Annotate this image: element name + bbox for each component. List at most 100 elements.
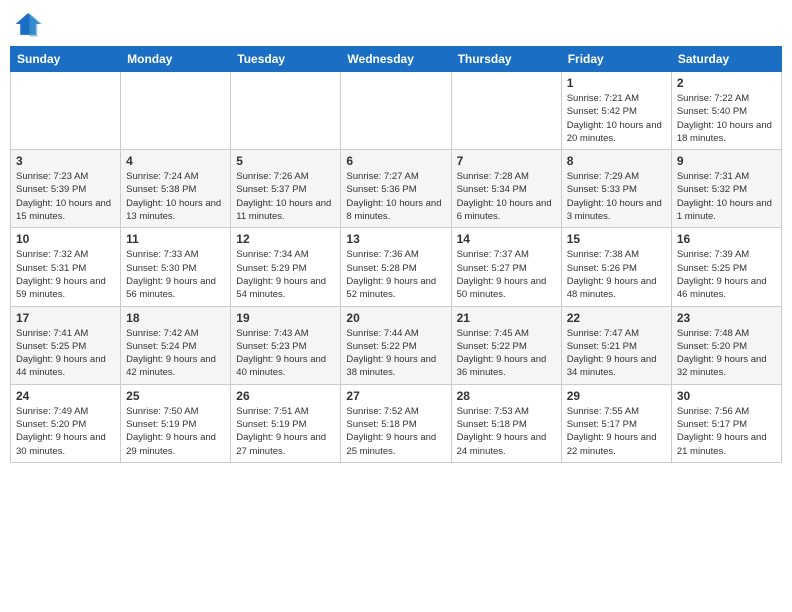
calendar-cell: 2 Sunrise: 7:22 AM Sunset: 5:40 PM Daylig…	[671, 72, 781, 150]
day-number: 21	[457, 311, 556, 325]
day-info: Sunrise: 7:43 AM Sunset: 5:23 PM Dayligh…	[236, 327, 335, 380]
calendar-week-row: 17 Sunrise: 7:41 AM Sunset: 5:25 PM Dayli…	[11, 306, 782, 384]
calendar-cell: 25 Sunrise: 7:50 AM Sunset: 5:19 PM Dayli…	[121, 384, 231, 462]
day-number: 8	[567, 154, 666, 168]
day-info: Sunrise: 7:51 AM Sunset: 5:19 PM Dayligh…	[236, 405, 335, 458]
day-number: 19	[236, 311, 335, 325]
day-number: 29	[567, 389, 666, 403]
day-info: Sunrise: 7:45 AM Sunset: 5:22 PM Dayligh…	[457, 327, 556, 380]
day-info: Sunrise: 7:32 AM Sunset: 5:31 PM Dayligh…	[16, 248, 115, 301]
day-info: Sunrise: 7:36 AM Sunset: 5:28 PM Dayligh…	[346, 248, 445, 301]
day-info: Sunrise: 7:33 AM Sunset: 5:30 PM Dayligh…	[126, 248, 225, 301]
calendar-cell: 5 Sunrise: 7:26 AM Sunset: 5:37 PM Daylig…	[231, 150, 341, 228]
day-info: Sunrise: 7:23 AM Sunset: 5:39 PM Dayligh…	[16, 170, 115, 223]
day-number: 11	[126, 232, 225, 246]
calendar-cell: 18 Sunrise: 7:42 AM Sunset: 5:24 PM Dayli…	[121, 306, 231, 384]
day-number: 13	[346, 232, 445, 246]
day-info: Sunrise: 7:31 AM Sunset: 5:32 PM Dayligh…	[677, 170, 776, 223]
day-number: 23	[677, 311, 776, 325]
day-number: 22	[567, 311, 666, 325]
day-number: 25	[126, 389, 225, 403]
calendar-week-row: 24 Sunrise: 7:49 AM Sunset: 5:20 PM Dayli…	[11, 384, 782, 462]
calendar-cell: 24 Sunrise: 7:49 AM Sunset: 5:20 PM Dayli…	[11, 384, 121, 462]
calendar-cell: 10 Sunrise: 7:32 AM Sunset: 5:31 PM Dayli…	[11, 228, 121, 306]
day-info: Sunrise: 7:28 AM Sunset: 5:34 PM Dayligh…	[457, 170, 556, 223]
weekday-header: Friday	[561, 47, 671, 72]
day-info: Sunrise: 7:56 AM Sunset: 5:17 PM Dayligh…	[677, 405, 776, 458]
calendar-cell: 12Sunrise: 7:34 AM Sunset: 5:29 PM Dayli…	[231, 228, 341, 306]
calendar-cell	[451, 72, 561, 150]
weekday-header: Saturday	[671, 47, 781, 72]
logo	[14, 10, 46, 38]
calendar-cell: 13 Sunrise: 7:36 AM Sunset: 5:28 PM Dayli…	[341, 228, 451, 306]
day-number: 3	[16, 154, 115, 168]
day-number: 2	[677, 76, 776, 90]
day-number: 26	[236, 389, 335, 403]
calendar-cell: 27Sunrise: 7:52 AM Sunset: 5:18 PM Dayli…	[341, 384, 451, 462]
day-number: 18	[126, 311, 225, 325]
day-info: Sunrise: 7:50 AM Sunset: 5:19 PM Dayligh…	[126, 405, 225, 458]
calendar-cell: 8 Sunrise: 7:29 AM Sunset: 5:33 PM Daylig…	[561, 150, 671, 228]
day-number: 7	[457, 154, 556, 168]
calendar-week-row: 1Sunrise: 7:21 AM Sunset: 5:42 PM Daylig…	[11, 72, 782, 150]
day-number: 15	[567, 232, 666, 246]
calendar-cell: 23 Sunrise: 7:48 AM Sunset: 5:20 PM Dayli…	[671, 306, 781, 384]
calendar-cell: 1Sunrise: 7:21 AM Sunset: 5:42 PM Daylig…	[561, 72, 671, 150]
calendar-cell: 11 Sunrise: 7:33 AM Sunset: 5:30 PM Dayli…	[121, 228, 231, 306]
day-number: 4	[126, 154, 225, 168]
day-number: 24	[16, 389, 115, 403]
calendar-cell	[231, 72, 341, 150]
day-info: Sunrise: 7:49 AM Sunset: 5:20 PM Dayligh…	[16, 405, 115, 458]
calendar-header-row: SundayMondayTuesdayWednesdayThursdayFrid…	[11, 47, 782, 72]
day-info: Sunrise: 7:39 AM Sunset: 5:25 PM Dayligh…	[677, 248, 776, 301]
calendar-week-row: 10 Sunrise: 7:32 AM Sunset: 5:31 PM Dayli…	[11, 228, 782, 306]
calendar-cell: 28 Sunrise: 7:53 AM Sunset: 5:18 PM Dayli…	[451, 384, 561, 462]
day-info: Sunrise: 7:29 AM Sunset: 5:33 PM Dayligh…	[567, 170, 666, 223]
day-info: Sunrise: 7:37 AM Sunset: 5:27 PM Dayligh…	[457, 248, 556, 301]
calendar-cell: 21 Sunrise: 7:45 AM Sunset: 5:22 PM Dayli…	[451, 306, 561, 384]
calendar-cell: 7 Sunrise: 7:28 AM Sunset: 5:34 PM Daylig…	[451, 150, 561, 228]
calendar-cell: 30 Sunrise: 7:56 AM Sunset: 5:17 PM Dayli…	[671, 384, 781, 462]
day-info: Sunrise: 7:52 AM Sunset: 5:18 PM Dayligh…	[346, 405, 445, 458]
day-info: Sunrise: 7:55 AM Sunset: 5:17 PM Dayligh…	[567, 405, 666, 458]
page-header	[10, 10, 782, 38]
calendar-cell: 9 Sunrise: 7:31 AM Sunset: 5:32 PM Daylig…	[671, 150, 781, 228]
calendar-cell	[11, 72, 121, 150]
day-info: Sunrise: 7:27 AM Sunset: 5:36 PM Dayligh…	[346, 170, 445, 223]
calendar-cell: 29 Sunrise: 7:55 AM Sunset: 5:17 PM Dayli…	[561, 384, 671, 462]
calendar-cell: 19 Sunrise: 7:43 AM Sunset: 5:23 PM Dayli…	[231, 306, 341, 384]
day-info: Sunrise: 7:42 AM Sunset: 5:24 PM Dayligh…	[126, 327, 225, 380]
day-number: 28	[457, 389, 556, 403]
day-info: Sunrise: 7:44 AM Sunset: 5:22 PM Dayligh…	[346, 327, 445, 380]
calendar-cell: 6 Sunrise: 7:27 AM Sunset: 5:36 PM Daylig…	[341, 150, 451, 228]
day-number: 12	[236, 232, 335, 246]
day-number: 5	[236, 154, 335, 168]
day-info: Sunrise: 7:41 AM Sunset: 5:25 PM Dayligh…	[16, 327, 115, 380]
day-number: 17	[16, 311, 115, 325]
logo-icon	[14, 10, 42, 38]
calendar-cell: 22 Sunrise: 7:47 AM Sunset: 5:21 PM Dayli…	[561, 306, 671, 384]
calendar-cell: 20 Sunrise: 7:44 AM Sunset: 5:22 PM Dayli…	[341, 306, 451, 384]
day-number: 10	[16, 232, 115, 246]
day-number: 20	[346, 311, 445, 325]
calendar-week-row: 3 Sunrise: 7:23 AM Sunset: 5:39 PM Daylig…	[11, 150, 782, 228]
calendar-cell	[121, 72, 231, 150]
weekday-header: Sunday	[11, 47, 121, 72]
day-info: Sunrise: 7:47 AM Sunset: 5:21 PM Dayligh…	[567, 327, 666, 380]
day-number: 6	[346, 154, 445, 168]
day-info: Sunrise: 7:53 AM Sunset: 5:18 PM Dayligh…	[457, 405, 556, 458]
day-number: 1	[567, 76, 666, 90]
weekday-header: Thursday	[451, 47, 561, 72]
day-number: 14	[457, 232, 556, 246]
weekday-header: Wednesday	[341, 47, 451, 72]
calendar-table: SundayMondayTuesdayWednesdayThursdayFrid…	[10, 46, 782, 463]
day-info: Sunrise: 7:22 AM Sunset: 5:40 PM Dayligh…	[677, 92, 776, 145]
day-number: 30	[677, 389, 776, 403]
day-info: Sunrise: 7:48 AM Sunset: 5:20 PM Dayligh…	[677, 327, 776, 380]
calendar-cell: 17 Sunrise: 7:41 AM Sunset: 5:25 PM Dayli…	[11, 306, 121, 384]
day-number: 9	[677, 154, 776, 168]
calendar-cell	[341, 72, 451, 150]
weekday-header: Monday	[121, 47, 231, 72]
day-info: Sunrise: 7:26 AM Sunset: 5:37 PM Dayligh…	[236, 170, 335, 223]
calendar-cell: 15Sunrise: 7:38 AM Sunset: 5:26 PM Dayli…	[561, 228, 671, 306]
